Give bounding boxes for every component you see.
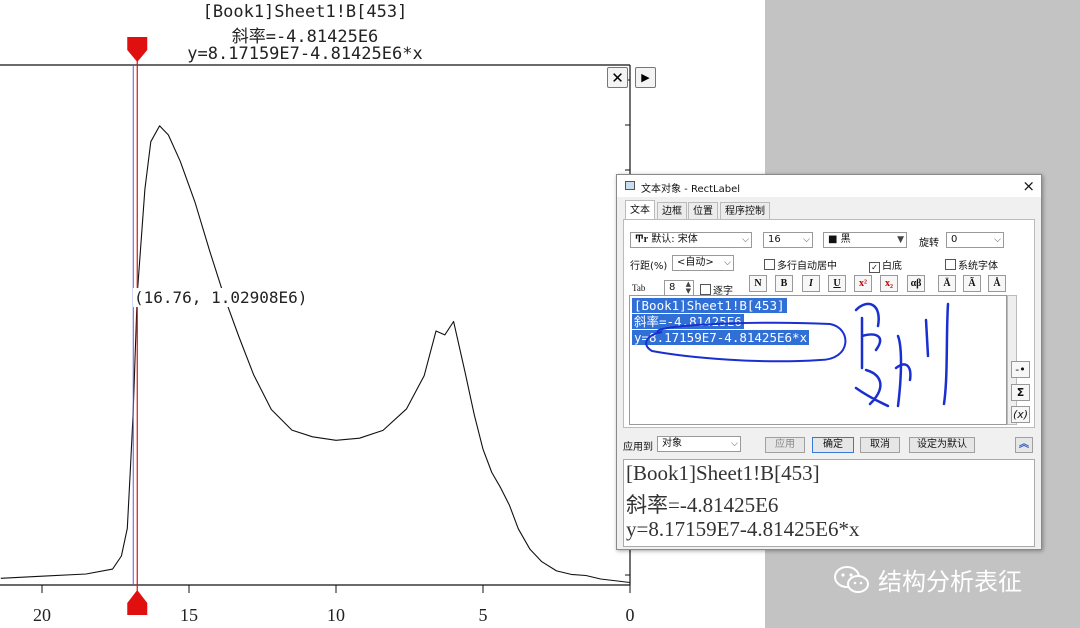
color-select[interactable]: ■ 黑 ▼ xyxy=(823,232,907,248)
system-font-checkbox[interactable]: 系统字体 xyxy=(945,257,998,272)
white-background-checkbox[interactable]: ✓ 白底 xyxy=(869,257,902,273)
checkbox-icon xyxy=(764,259,775,270)
multiline-center-checkbox[interactable]: 多行自动居中 xyxy=(764,257,837,272)
text-object-dialog: 文本对象 - RectLabel × 文本 边框 位置 程序控制 Ͳr 默认: … xyxy=(616,174,1042,550)
set-default-button[interactable]: 设定为默认 xyxy=(909,437,975,453)
line-spacing-label: 行距(%) xyxy=(630,261,668,272)
x-tick-label: 20 xyxy=(33,605,51,625)
chevron-down-icon: ⌵ xyxy=(803,235,810,245)
checkbox-icon xyxy=(945,259,956,270)
tab-text[interactable]: 文本 xyxy=(625,200,655,220)
double-chevron-up-icon[interactable]: ︽ xyxy=(1015,437,1033,453)
font-icon: Ͳr xyxy=(635,234,649,245)
font-size-select[interactable]: 16 ⌵ xyxy=(763,232,813,248)
x-tick-label: 0 xyxy=(625,605,635,625)
spinner-icon: ▲ ▼ xyxy=(685,280,691,295)
font-select[interactable]: Ͳr 默认: 宋体 ⌵ xyxy=(630,232,752,248)
sigma-icon[interactable]: Σ xyxy=(1011,384,1030,401)
text-editor[interactable]: [Book1]Sheet1!B[453] 斜率=-4.81425E6 y=8.1… xyxy=(629,295,1007,425)
wechat-icon xyxy=(834,565,869,593)
ok-button[interactable]: 确定 xyxy=(812,437,854,453)
chevron-down-icon: ⌵ xyxy=(724,258,731,268)
top-marker-arrow-icon xyxy=(127,50,148,62)
multiline-center-label: 多行自动居中 xyxy=(777,261,837,272)
tab-program-control[interactable]: 程序控制 xyxy=(720,202,770,220)
preview-line-3: y=8.17159E7-4.81425E6*x xyxy=(626,517,860,541)
italic-button[interactable]: I xyxy=(802,275,820,292)
color-value: ■ 黑 xyxy=(828,234,851,245)
normal-button[interactable]: N xyxy=(749,275,767,292)
tilde-button[interactable]: Ã xyxy=(963,275,981,292)
text-preview: [Book1]Sheet1!B[453] 斜率=-4.81425E6 y=8.1… xyxy=(623,459,1035,547)
dialog-titlebar[interactable]: 文本对象 - RectLabel × xyxy=(617,175,1041,197)
dialog-title: 文本对象 - RectLabel xyxy=(641,184,741,195)
x-axis-ticks xyxy=(41,79,631,593)
x-tick-label: 15 xyxy=(180,605,198,625)
x-tick-label: 5 xyxy=(478,605,488,625)
tab-position[interactable]: 位置 xyxy=(688,202,718,220)
x-tick-label: 10 xyxy=(327,605,345,625)
series-group xyxy=(0,125,631,584)
apply-button[interactable]: 应用 xyxy=(765,437,805,453)
line-spacing-value: <自动> xyxy=(677,257,714,268)
preview-line-1: [Book1]Sheet1!B[453] xyxy=(626,461,820,485)
chevron-down-icon: ⌵ xyxy=(742,235,749,245)
rotate-label: 旋转 xyxy=(919,238,939,249)
close-x-icon[interactable]: ✕ xyxy=(607,67,628,88)
superscript-button[interactable]: x² xyxy=(854,275,872,292)
play-arrow-icon[interactable]: ▶ xyxy=(635,67,656,88)
cursor-group xyxy=(127,37,148,615)
tab-size-spinner[interactable]: 8 ▲ ▼ xyxy=(664,280,694,296)
apply-to-value: 对象 xyxy=(662,438,682,449)
cursor-coordinate-label: (16.76, 1.02908E6) xyxy=(133,288,309,307)
tab-size-label: Tab xyxy=(632,283,646,293)
top-marker-icon xyxy=(127,37,148,50)
font-value: 默认: 宋体 xyxy=(651,234,698,245)
underline-button[interactable]: U xyxy=(828,275,846,292)
chart-plot[interactable] xyxy=(0,0,640,628)
watermark-text: 结构分析表征 xyxy=(878,568,1022,596)
system-font-label: 系统字体 xyxy=(958,261,998,272)
checkmark-icon: ✓ xyxy=(869,262,880,273)
variable-insert-button[interactable]: (x) xyxy=(1011,406,1030,423)
rotate-value: 0 xyxy=(951,234,958,245)
chevron-down-icon: ⌵ xyxy=(731,439,738,449)
cancel-button[interactable]: 取消 xyxy=(860,437,900,453)
tab-border[interactable]: 边框 xyxy=(657,202,687,220)
close-icon[interactable]: × xyxy=(1022,177,1035,195)
preview-line-2: 斜率=-4.81425E6 xyxy=(626,493,779,517)
checkbox-icon xyxy=(700,284,711,295)
white-background-label: 白底 xyxy=(882,261,902,272)
triangle-down-icon: ▼ xyxy=(897,235,904,245)
greek-button[interactable]: αβ xyxy=(907,275,925,292)
ring-button[interactable]: Å xyxy=(988,275,1006,292)
insert-symbol-button[interactable]: -• xyxy=(1011,361,1030,378)
chevron-down-icon: ⌵ xyxy=(994,235,1001,245)
line-spacing-select[interactable]: <自动> ⌵ xyxy=(672,255,734,271)
handwriting-annotation xyxy=(645,302,950,408)
apply-to-select[interactable]: 对象 ⌵ xyxy=(657,436,741,452)
apply-to-label: 应用到 xyxy=(623,442,653,453)
data-series-line xyxy=(0,125,631,584)
bottom-marker-arrow-icon xyxy=(127,590,148,603)
bold-button[interactable]: B xyxy=(775,275,793,292)
rotate-select[interactable]: 0 ⌵ xyxy=(946,232,1004,248)
overbar-button[interactable]: Ā xyxy=(938,275,956,292)
tab-size-value: 8 xyxy=(669,282,676,293)
bottom-marker-icon xyxy=(127,603,148,615)
watermark: 结构分析表征 xyxy=(832,562,1022,597)
subscript-button[interactable]: x₂ xyxy=(880,275,898,292)
plot-frame xyxy=(0,64,631,586)
app-icon xyxy=(625,181,635,190)
font-size-value: 16 xyxy=(768,234,781,245)
